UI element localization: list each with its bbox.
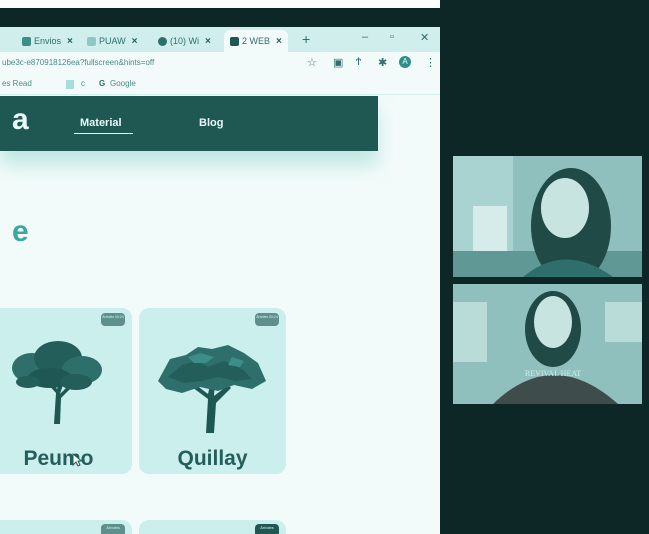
tab-label: (10) Wi (170, 36, 199, 46)
tree-icon (12, 341, 102, 424)
address-bar: ube3c-e870918126ea?fullscreen&hints=off … (0, 52, 440, 74)
extension-icon[interactable]: ▣ (333, 56, 343, 69)
shirt-text: REVIVAL HEAT (525, 369, 581, 378)
close-tab-icon[interactable]: × (276, 36, 282, 47)
category-badge: Árboles (101, 524, 125, 534)
translate-extension-icon[interactable]: Ϯ (356, 56, 361, 68)
card-peek-right[interactable]: Árboles (139, 520, 286, 534)
site-header: a Material Blog (0, 96, 378, 151)
tab-label: 2 WEB (242, 36, 271, 46)
tree-icon (158, 345, 266, 433)
category-badge: Árboles 00:24 (101, 313, 125, 326)
close-tab-icon[interactable]: × (205, 36, 211, 47)
url-field[interactable]: ube3c-e870918126ea?fullscreen&hints=off (2, 58, 154, 67)
video-tile-participant-1[interactable] (453, 156, 642, 277)
participant-video-feed: REVIVAL HEAT (453, 284, 642, 404)
new-tab-button[interactable]: + (302, 31, 310, 47)
minimize-button[interactable]: – (362, 31, 368, 43)
globe-favicon-icon (158, 36, 167, 46)
google-icon: G (99, 79, 106, 88)
page-heading: e (12, 215, 29, 248)
nav-material[interactable]: Material (80, 117, 122, 129)
puaw-favicon-icon (87, 36, 96, 46)
bookmark-c[interactable]: c (81, 79, 85, 88)
tab-wi[interactable]: (10) Wi × (158, 33, 211, 49)
tab-strip: Envios × PUAW × (10) Wi × 2 WEB × + – ▫ … (0, 27, 440, 52)
category-badge: Árboles (255, 524, 279, 534)
tab-web[interactable]: 2 WEB × (224, 30, 288, 52)
profile-avatar[interactable]: A (399, 56, 411, 68)
tab-envios[interactable]: Envios × (22, 33, 73, 49)
close-window-button[interactable]: ✕ (420, 31, 429, 44)
card-title: Peumo (23, 447, 94, 470)
web-favicon-icon (230, 36, 239, 46)
bookmark-folder-icon (66, 80, 74, 89)
card-peumo[interactable]: Árboles 00:24 Peumo (0, 308, 132, 474)
maximize-button[interactable]: ▫ (390, 31, 394, 43)
category-badge: Árboles 00:24 (255, 313, 279, 326)
nav-blog[interactable]: Blog (199, 117, 223, 129)
puzzle-icon[interactable]: ✱ (378, 56, 387, 69)
bookmarks-bar: es Read c G Google (0, 74, 440, 95)
close-tab-icon[interactable]: × (132, 36, 138, 47)
participant-video-feed (453, 156, 642, 277)
nav-active-underline (74, 133, 133, 134)
star-icon[interactable]: ☆ (307, 56, 317, 69)
video-tile-participant-2[interactable]: REVIVAL HEAT (453, 284, 642, 404)
bookmark-read[interactable]: es Read (2, 79, 32, 88)
bookmark-google[interactable]: Google (110, 79, 136, 88)
more-menu-icon[interactable]: ⋮ (425, 56, 436, 69)
site-logo[interactable]: a (12, 103, 29, 137)
card-quillay[interactable]: Árboles 00:24 Quillay (139, 308, 286, 474)
tab-label: PUAW (99, 36, 126, 46)
tab-puaw[interactable]: PUAW × (87, 33, 138, 49)
mouse-cursor-icon (72, 453, 82, 467)
card-peek-left[interactable]: Árboles (0, 520, 132, 534)
browser-window: Envios × PUAW × (10) Wi × 2 WEB × + – ▫ … (0, 27, 440, 534)
close-tab-icon[interactable]: × (67, 36, 73, 47)
tab-label: Envios (34, 36, 62, 46)
card-title: Quillay (177, 447, 248, 470)
envios-favicon-icon (22, 36, 31, 46)
